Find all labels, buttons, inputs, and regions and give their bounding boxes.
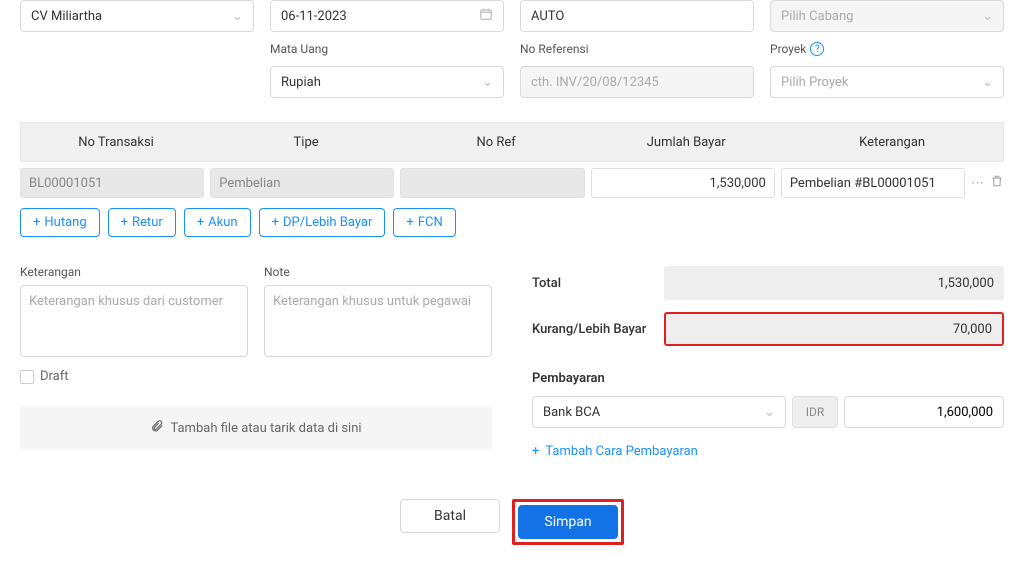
no-ref-label: No Referensi bbox=[520, 42, 754, 56]
kurang-value: 70,000 bbox=[664, 312, 1004, 346]
total-label: Total bbox=[532, 276, 664, 291]
add-payment-button[interactable]: + Tambah Cara Pembayaran bbox=[532, 444, 1004, 459]
upload-label: Tambah file atau tarik data di sini bbox=[170, 421, 361, 436]
payment-amount-input[interactable] bbox=[844, 396, 1004, 428]
note-label: Note bbox=[264, 265, 492, 279]
cell-keterangan[interactable]: Pembelian #BL00001051 bbox=[781, 168, 965, 198]
cabang-select: Pilih Cabang ⌄ bbox=[770, 0, 1004, 32]
no-ref-placeholder: cth. INV/20/08/12345 bbox=[531, 75, 659, 90]
add-hutang-button[interactable]: +Hutang bbox=[20, 208, 100, 237]
add-akun-button[interactable]: +Akun bbox=[184, 208, 251, 237]
no-ref-input: cth. INV/20/08/12345 bbox=[520, 66, 754, 98]
add-retur-button[interactable]: +Retur bbox=[108, 208, 176, 237]
th-jumlah-bayar: Jumlah Bayar bbox=[591, 135, 781, 150]
chevron-down-icon: ⌄ bbox=[482, 75, 493, 90]
th-no-transaksi: No Transaksi bbox=[21, 135, 211, 150]
trash-icon[interactable] bbox=[990, 174, 1004, 192]
th-keterangan: Keterangan bbox=[781, 135, 1003, 150]
chevron-down-icon: ⌄ bbox=[982, 9, 993, 24]
note-textarea[interactable] bbox=[264, 285, 492, 357]
plus-icon: + bbox=[532, 444, 539, 459]
auto-value: AUTO bbox=[531, 9, 564, 24]
table-header: No Transaksi Tipe No Ref Jumlah Bayar Ke… bbox=[20, 122, 1004, 162]
paperclip-icon bbox=[150, 419, 164, 437]
currency-badge: IDR bbox=[792, 396, 838, 428]
help-icon[interactable]: ? bbox=[810, 42, 824, 56]
chevron-down-icon: ⌄ bbox=[232, 9, 243, 24]
proyek-label: Proyek ? bbox=[770, 42, 1004, 56]
calendar-icon bbox=[479, 7, 493, 25]
th-tipe: Tipe bbox=[211, 135, 401, 150]
vendor-value: CV Miliartha bbox=[31, 9, 102, 24]
checkbox-icon bbox=[20, 370, 34, 384]
more-icon[interactable]: ⋯ bbox=[971, 176, 984, 191]
auto-input[interactable]: AUTO bbox=[520, 0, 754, 32]
chevron-down-icon: ⌄ bbox=[764, 405, 775, 420]
keterangan-label: Keterangan bbox=[20, 265, 248, 279]
plus-icon: + bbox=[33, 215, 40, 230]
cell-tipe: Pembelian bbox=[210, 168, 394, 198]
cabang-placeholder: Pilih Cabang bbox=[781, 9, 853, 24]
cell-jumlah-bayar[interactable]: 1,530,000 bbox=[591, 168, 775, 198]
add-dp-button[interactable]: +DP/Lebih Bayar bbox=[259, 208, 386, 237]
table-row: BL00001051 Pembelian 1,530,000 Pembelian… bbox=[20, 168, 1004, 198]
date-input[interactable]: 06-11-2023 bbox=[270, 0, 504, 32]
cell-no-ref bbox=[400, 168, 584, 198]
file-upload[interactable]: Tambah file atau tarik data di sini bbox=[20, 406, 492, 450]
bank-value: Bank BCA bbox=[543, 405, 600, 420]
currency-select[interactable]: Rupiah ⌄ bbox=[270, 66, 504, 98]
add-fcn-button[interactable]: +FCN bbox=[393, 208, 455, 237]
proyek-select[interactable]: Pilih Proyek ⌄ bbox=[770, 66, 1004, 98]
cell-no-transaksi: BL00001051 bbox=[20, 168, 204, 198]
save-button-highlight: Simpan bbox=[512, 499, 624, 545]
total-value: 1,530,000 bbox=[664, 266, 1004, 300]
plus-icon: + bbox=[272, 215, 279, 230]
th-no-ref: No Ref bbox=[401, 135, 591, 150]
plus-icon: + bbox=[197, 215, 204, 230]
chevron-down-icon: ⌄ bbox=[982, 75, 993, 90]
vendor-select[interactable]: CV Miliartha ⌄ bbox=[20, 0, 254, 32]
plus-icon: + bbox=[121, 215, 128, 230]
save-button[interactable]: Simpan bbox=[518, 505, 618, 539]
keterangan-textarea[interactable] bbox=[20, 285, 248, 357]
date-value: 06-11-2023 bbox=[281, 9, 347, 24]
pembayaran-label: Pembayaran bbox=[532, 371, 1004, 386]
cancel-button[interactable]: Batal bbox=[400, 499, 500, 533]
draft-checkbox[interactable]: Draft bbox=[20, 369, 492, 384]
proyek-placeholder: Pilih Proyek bbox=[781, 75, 848, 90]
kurang-label: Kurang/Lebih Bayar bbox=[532, 322, 664, 337]
bank-select[interactable]: Bank BCA ⌄ bbox=[532, 396, 786, 428]
mata-uang-label: Mata Uang bbox=[270, 42, 504, 56]
currency-value: Rupiah bbox=[281, 75, 321, 90]
plus-icon: + bbox=[406, 215, 413, 230]
draft-label: Draft bbox=[40, 369, 69, 384]
